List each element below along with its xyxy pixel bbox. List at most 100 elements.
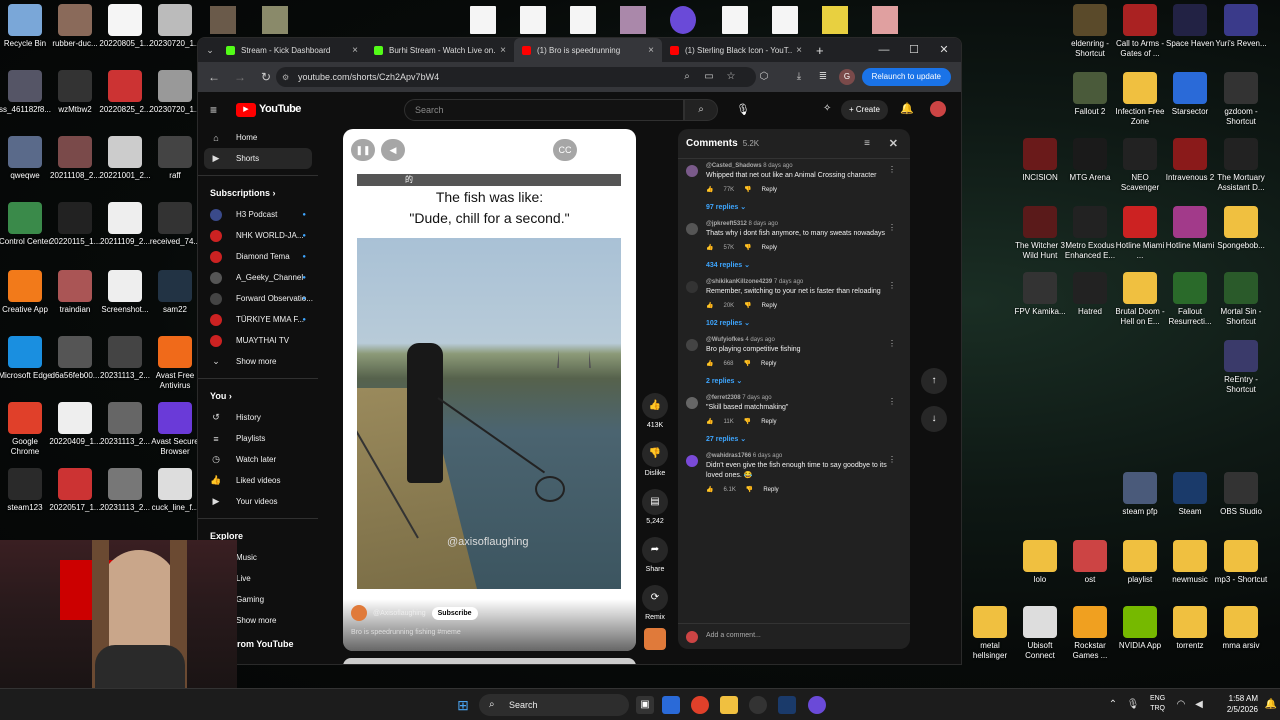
- show-more-subscriptions[interactable]: ⌄ Show more: [198, 351, 318, 372]
- forward-icon[interactable]: →: [232, 70, 248, 84]
- desktop-icon[interactable]: Fallout 2: [1062, 72, 1118, 117]
- comment-menu-icon[interactable]: ⋮: [888, 165, 896, 174]
- subscribe-button[interactable]: Subscribe: [431, 606, 478, 620]
- desktop-icon[interactable]: OBS Studio: [1213, 472, 1269, 517]
- task-view-icon[interactable]: ▣: [636, 696, 654, 714]
- browser-tab[interactable]: Stream - Kick Dashboard ×: [218, 38, 366, 62]
- search-icon[interactable]: ⌕: [679, 69, 695, 85]
- desktop-icon[interactable]: Infection Free Zone: [1112, 72, 1168, 127]
- microphone-icon[interactable]: 🎙: [1124, 696, 1142, 714]
- sidebar-item-playlists[interactable]: ≡ Playlists: [198, 428, 318, 449]
- app-icon[interactable]: [670, 6, 696, 34]
- short-player[interactable]: ❚❚ ◀ CC ⋮ ⤢ 的 The fish was like: "Dude, …: [343, 129, 636, 651]
- desktop-icon[interactable]: steam123: [0, 468, 53, 513]
- desktop-icon[interactable]: Screenshot...: [97, 270, 153, 315]
- desktop-icon[interactable]: NEO Scavenger: [1112, 138, 1168, 193]
- document-icon[interactable]: [520, 6, 546, 34]
- minimize-button[interactable]: —: [869, 38, 899, 62]
- site-info-icon[interactable]: ⚙: [282, 73, 289, 82]
- desktop-icon[interactable]: Starsector: [1162, 72, 1218, 117]
- comment-author[interactable]: @Wufyiofkes: [706, 337, 744, 343]
- clock[interactable]: 1:58 AM 2/5/2026: [1227, 693, 1258, 715]
- dislike-icon[interactable]: 👎: [744, 244, 751, 251]
- close-window-button[interactable]: ✕: [929, 38, 959, 62]
- desktop-icon[interactable]: qweqwe: [0, 136, 53, 181]
- comment-author[interactable]: @wahidras1766: [706, 453, 751, 459]
- reply-button[interactable]: Reply: [761, 361, 776, 367]
- reply-button[interactable]: Reply: [762, 187, 777, 193]
- comment-menu-icon[interactable]: ⋮: [888, 455, 896, 464]
- maximize-button[interactable]: ☐: [899, 38, 929, 62]
- you-heading[interactable]: You ›: [198, 385, 318, 407]
- desktop-icon[interactable]: Hotline Miami: [1162, 206, 1218, 251]
- desktop-icon[interactable]: 20211109_2...: [97, 202, 153, 247]
- desktop-icon[interactable]: Call to Arms - Gates of ...: [1112, 4, 1168, 59]
- comment-menu-icon[interactable]: ⋮: [888, 397, 896, 406]
- desktop-shortcut-icon[interactable]: [210, 6, 236, 34]
- comment-avatar[interactable]: [686, 339, 698, 351]
- tab-close-icon[interactable]: ×: [648, 45, 654, 56]
- language-indicator[interactable]: ENG TRQ: [1150, 694, 1165, 714]
- back-icon[interactable]: ←: [206, 70, 222, 84]
- desktop-icon[interactable]: Hatred: [1062, 272, 1118, 317]
- desktop-icon[interactable]: Mortal Sin - Shortcut: [1213, 272, 1269, 327]
- desktop-icon[interactable]: NVIDIA App: [1112, 606, 1168, 651]
- comment-author[interactable]: @shikikanKillzone4239: [706, 279, 772, 285]
- document-icon[interactable]: [470, 6, 496, 34]
- subscription-item[interactable]: A_Geeky_Channel ●: [198, 267, 318, 288]
- reply-button[interactable]: Reply: [763, 487, 778, 493]
- account-avatar[interactable]: [930, 101, 946, 117]
- desktop-icon[interactable]: sam22: [147, 270, 203, 315]
- notification-icon[interactable]: 🔔: [1262, 696, 1280, 714]
- desktop-icon[interactable]: raff: [147, 136, 203, 181]
- comment-menu-icon[interactable]: ⋮: [888, 281, 896, 290]
- previous-short-button[interactable]: ↑: [921, 368, 947, 394]
- share-button[interactable]: ➦ Share: [641, 537, 669, 573]
- desktop-icon[interactable]: Steam: [1162, 472, 1218, 517]
- comment-avatar[interactable]: [686, 223, 698, 235]
- browser-tab[interactable]: (1) Sterling Black Icon - YouT... ×: [662, 38, 810, 62]
- desktop-icon[interactable]: ost: [1062, 540, 1118, 585]
- desktop-icon[interactable]: INCISION: [1012, 138, 1068, 183]
- new-tab-button[interactable]: +: [816, 43, 824, 58]
- desktop-icon[interactable]: traindian: [47, 270, 103, 315]
- notifications-icon[interactable]: 🔔: [900, 102, 914, 115]
- dislike-icon[interactable]: 👎: [744, 302, 751, 309]
- desktop-icon[interactable]: d6a56feb00...: [47, 336, 103, 381]
- comment-author[interactable]: @Casted_Shadows: [706, 163, 762, 169]
- channel-avatar[interactable]: [351, 605, 367, 621]
- view-replies-button[interactable]: 434 replies ⌄: [706, 261, 902, 269]
- desktop-icon[interactable]: Metro Exodus Enhanced E...: [1062, 206, 1118, 261]
- sidebar-item-home[interactable]: ⌂ Home: [198, 127, 318, 148]
- youtube-logo[interactable]: YouTube: [259, 103, 301, 115]
- subscription-item[interactable]: Diamond Tema ●: [198, 246, 318, 267]
- like-button[interactable]: 👍 413K: [641, 393, 669, 429]
- subscription-item[interactable]: NHK WORLD-JA... ●: [198, 225, 318, 246]
- dislike-button[interactable]: 👎 Dislike: [641, 441, 669, 477]
- reading-list-icon[interactable]: ≣: [815, 69, 831, 85]
- more-options-icon[interactable]: ⋮: [579, 139, 599, 161]
- comment-avatar[interactable]: [686, 455, 698, 467]
- desktop-icon[interactable]: 20230720_1...: [147, 70, 203, 115]
- desktop-icon[interactable]: Spongebob...: [1213, 206, 1269, 251]
- dislike-icon[interactable]: 👎: [744, 360, 751, 367]
- wifi-icon[interactable]: ◠: [1172, 696, 1190, 714]
- desktop-icon[interactable]: ReEntry - Shortcut: [1213, 340, 1269, 395]
- desktop-icon[interactable]: ss_461182f8...: [0, 70, 53, 115]
- desktop-icon[interactable]: Intravenous 2: [1162, 138, 1218, 183]
- search-input[interactable]: Search: [404, 99, 684, 121]
- desktop-icon[interactable]: The Mortuary Assistant D...: [1213, 138, 1269, 193]
- like-icon[interactable]: 👍: [706, 360, 713, 367]
- comments-button[interactable]: ▤ 5,242: [641, 489, 669, 525]
- desktop-icon[interactable]: steam pfp: [1112, 472, 1168, 517]
- chrome-icon[interactable]: [691, 696, 709, 714]
- sidebar-item-liked-videos[interactable]: 👍 Liked videos: [198, 470, 318, 491]
- desktop-icon[interactable]: cuck_line_f...: [147, 468, 203, 513]
- comment-author[interactable]: @jpkreeft5312: [706, 221, 747, 227]
- sidebar-item-your-videos[interactable]: ▶ Your videos: [198, 491, 318, 512]
- desktop-icon[interactable]: FPV Kamika...: [1012, 272, 1068, 317]
- sound-thumbnail[interactable]: [644, 628, 666, 650]
- app-icon[interactable]: [808, 696, 826, 714]
- desktop-icon[interactable]: 20230720_1...: [147, 4, 203, 49]
- tab-close-icon[interactable]: ×: [352, 45, 358, 56]
